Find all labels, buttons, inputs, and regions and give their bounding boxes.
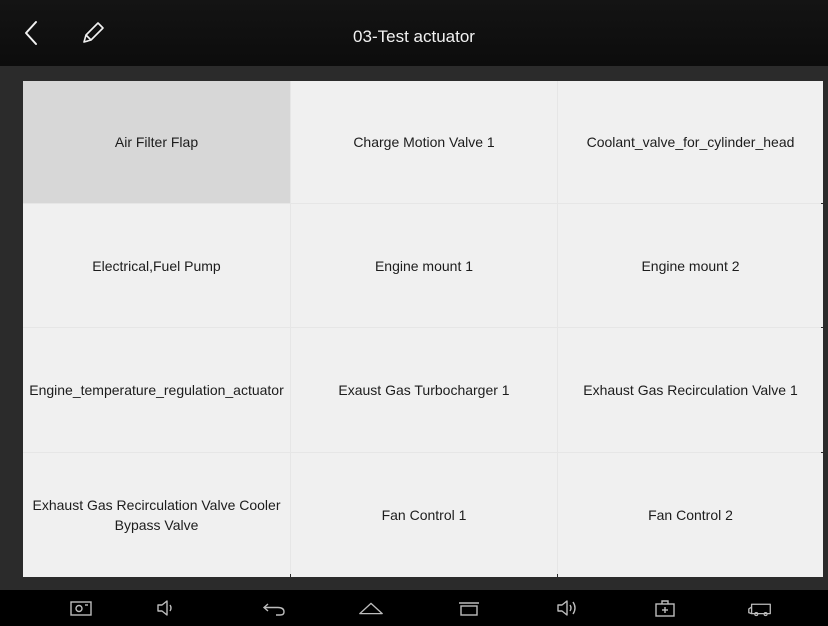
recent-apps-icon <box>459 602 479 616</box>
back-icon <box>262 603 285 616</box>
actuator-item[interactable]: Exhaust Gas Recirculation Valve Cooler B… <box>23 453 290 577</box>
actuator-item[interactable]: Fan Control 1 <box>291 453 557 577</box>
back-button[interactable] <box>20 18 48 48</box>
actuator-item[interactable]: Engine mount 2 <box>558 204 823 327</box>
nav-back-button[interactable] <box>260 596 288 620</box>
actuator-item[interactable]: Electrical,Fuel Pump <box>23 204 290 327</box>
title-bar: 03-Test actuator <box>0 0 828 66</box>
pencil-icon <box>83 22 104 43</box>
app-screen: 03-Test actuator Air Filter Flap Charge … <box>0 0 828 626</box>
actuator-item[interactable]: Exhaust Gas Recirculation Valve 1 <box>558 328 823 452</box>
chevron-left-icon <box>25 21 37 45</box>
edit-button[interactable] <box>80 20 106 46</box>
actuator-item[interactable]: Fan Control 2 <box>558 453 823 577</box>
screenshot-button[interactable] <box>67 596 95 620</box>
diagnostic-toolbox-icon <box>655 600 675 617</box>
volume-down-icon <box>157 600 172 616</box>
volume-up-button[interactable] <box>555 596 583 620</box>
toolbox-button[interactable] <box>651 596 679 620</box>
system-nav-bar <box>0 590 828 626</box>
actuator-item[interactable]: Air Filter Flap <box>23 81 290 203</box>
actuator-item[interactable]: Charge Motion Valve 1 <box>291 81 557 203</box>
home-icon <box>359 602 383 615</box>
vci-connector-icon <box>748 603 771 617</box>
vci-button[interactable] <box>746 596 774 620</box>
actuator-item[interactable]: Exaust Gas Turbocharger 1 <box>291 328 557 452</box>
actuator-item[interactable]: Engine mount 1 <box>291 204 557 327</box>
page-title: 03-Test actuator <box>353 27 475 46</box>
nav-recents-button[interactable] <box>455 596 483 620</box>
actuator-item[interactable]: Engine_temperature_regulation_actuator <box>23 328 290 452</box>
volume-down-button[interactable] <box>153 596 181 620</box>
screenshot-icon <box>70 601 92 616</box>
content-area: Air Filter Flap Charge Motion Valve 1 Co… <box>0 66 828 590</box>
actuator-item[interactable]: Coolant_valve_for_cylinder_head <box>558 81 823 203</box>
nav-home-button[interactable] <box>357 596 385 620</box>
actuator-grid: Air Filter Flap Charge Motion Valve 1 Co… <box>23 81 823 577</box>
volume-up-icon <box>557 600 576 616</box>
